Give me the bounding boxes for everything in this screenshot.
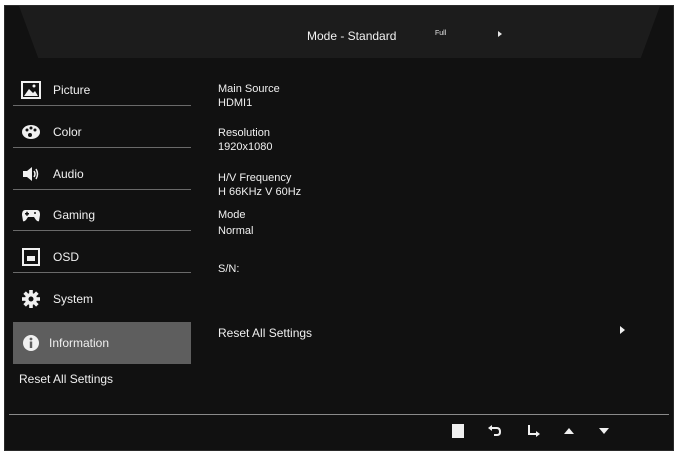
- gear-icon: [22, 290, 40, 308]
- footer-divider: [9, 414, 669, 415]
- divider: [13, 147, 191, 148]
- sidebar-item-label: Picture: [53, 83, 91, 97]
- down-arrow-icon[interactable]: [595, 422, 613, 440]
- sidebar-item-audio[interactable]: Audio: [13, 158, 191, 190]
- main-source-value: HDMI1: [218, 97, 253, 109]
- divider: [13, 230, 191, 231]
- sidebar-item-picture[interactable]: Picture: [13, 74, 191, 106]
- sidebar-reset-all-settings[interactable]: Reset All Settings: [19, 372, 113, 386]
- resolution-label: Resolution: [218, 127, 270, 139]
- sidebar-item-label: Information: [49, 336, 110, 350]
- up-arrow-icon[interactable]: [560, 422, 578, 440]
- sidebar-item-label: Color: [53, 125, 82, 139]
- info-icon: [23, 335, 39, 351]
- sidebar-item-gaming[interactable]: Gaming: [13, 199, 191, 231]
- picture-icon: [21, 81, 41, 99]
- osd-menu: Mode - Standard Full Picture Color Audio…: [4, 5, 674, 451]
- menu-header: Mode - Standard Full: [19, 6, 660, 58]
- divider: [13, 189, 191, 190]
- sidebar-item-system[interactable]: System: [13, 283, 191, 315]
- chevron-right-icon[interactable]: [498, 31, 502, 37]
- sidebar-item-color[interactable]: Color: [13, 116, 191, 148]
- palette-icon: [22, 125, 40, 139]
- full-label[interactable]: Full: [435, 30, 446, 37]
- sidebar-item-label: Audio: [53, 167, 84, 181]
- sn-label: S/N:: [218, 263, 240, 275]
- reset-all-settings-item[interactable]: Reset All Settings: [218, 326, 312, 340]
- speaker-icon: [23, 167, 39, 181]
- mode-info-value: Normal: [218, 225, 254, 237]
- sidebar-item-label: System: [53, 292, 94, 306]
- chevron-right-icon[interactable]: [620, 326, 625, 334]
- main-source-label: Main Source: [218, 83, 280, 95]
- sidebar-item-label: OSD: [53, 250, 80, 264]
- sidebar-item-information[interactable]: Information: [13, 322, 191, 364]
- footer-button-bar: [5, 416, 673, 450]
- osd-icon: [22, 248, 40, 266]
- gamepad-icon: [22, 210, 40, 222]
- enter-icon[interactable]: [524, 422, 542, 440]
- hv-frequency-value: H 66KHz V 60Hz: [218, 186, 302, 198]
- divider: [13, 272, 191, 273]
- resolution-value: 1920x1080: [218, 141, 273, 153]
- stop-icon[interactable]: [449, 422, 467, 440]
- mode-label[interactable]: Mode - Standard: [307, 29, 396, 43]
- mode-info-label: Mode: [218, 209, 246, 221]
- sidebar-item-osd[interactable]: OSD: [13, 241, 191, 273]
- divider: [13, 105, 191, 106]
- return-icon[interactable]: [486, 422, 504, 440]
- hv-frequency-label: H/V Frequency: [218, 172, 292, 184]
- sidebar-item-label: Gaming: [53, 208, 96, 222]
